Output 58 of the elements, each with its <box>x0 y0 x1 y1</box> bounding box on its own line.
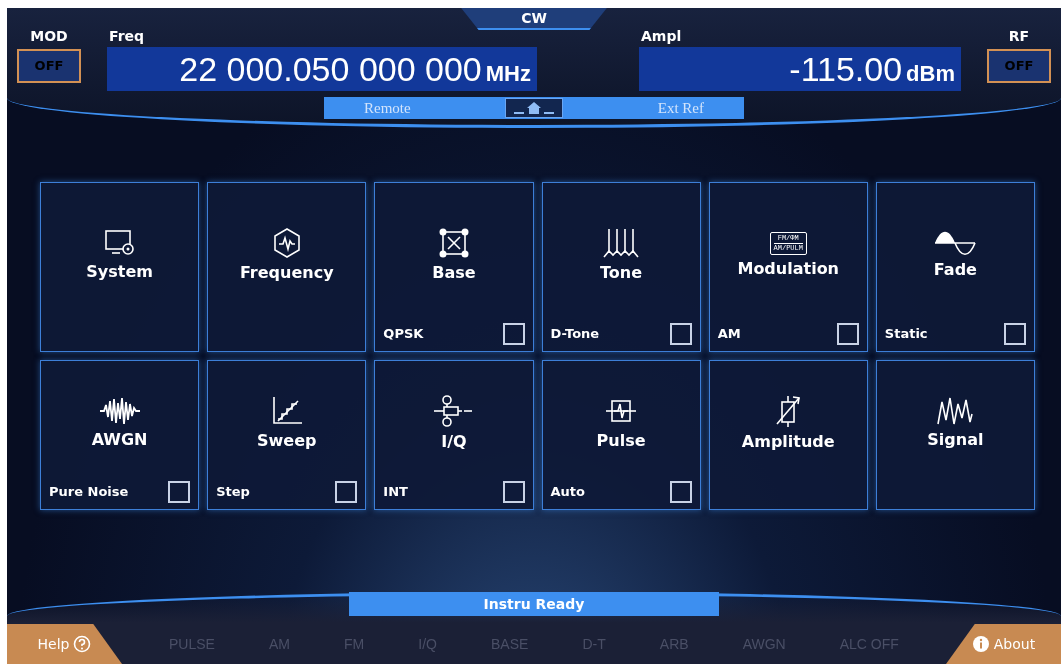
tile-option: Pure Noise <box>49 482 129 502</box>
checkbox[interactable] <box>502 481 525 503</box>
function-tile[interactable]: Pulse Auto <box>541 360 701 510</box>
noise-wave-icon <box>97 396 142 426</box>
tile-title: System <box>86 261 153 283</box>
tile-title: Fade <box>933 259 977 281</box>
amplitude-display[interactable]: -115.00 dBm <box>639 47 961 91</box>
checkbox[interactable] <box>669 323 692 345</box>
tile-title: Amplitude <box>741 431 835 453</box>
sine-wave-icon <box>933 230 978 256</box>
checkbox[interactable] <box>669 481 692 503</box>
tile-option: D-Tone <box>550 324 600 344</box>
tile-option: Static <box>884 324 928 344</box>
status-indicator: Remote <box>364 98 411 118</box>
constellation-icon <box>437 227 470 259</box>
tile-title: Modulation <box>737 257 839 280</box>
tile-title: Signal <box>927 429 984 451</box>
checkbox[interactable] <box>168 481 191 503</box>
tone-lines-icon <box>602 227 641 259</box>
function-tile[interactable]: Frequency <box>207 182 367 352</box>
mod-label: MOD <box>30 27 68 46</box>
tile-title: Tone <box>600 262 643 284</box>
function-tile[interactable]: I/Q INT <box>374 360 534 510</box>
tile-title: Frequency <box>239 262 334 284</box>
status-indicator: Ext Ref <box>657 98 704 118</box>
function-tile[interactable]: Sweep Step <box>207 360 367 510</box>
question-icon <box>73 635 92 653</box>
tile-title: Base <box>432 262 476 284</box>
tile-option: Step <box>216 482 250 502</box>
monitor-gear-icon <box>103 228 136 258</box>
function-tile[interactable]: Signal <box>875 360 1035 510</box>
function-tile[interactable]: Fade Static <box>875 182 1035 352</box>
checkbox[interactable] <box>836 323 859 345</box>
status-message: Instru Ready <box>349 592 719 616</box>
mode-label: CW <box>461 8 607 30</box>
tile-title: Sweep <box>257 430 317 452</box>
tile-title: Pulse <box>596 430 646 452</box>
frequency-label: Freq <box>109 27 146 46</box>
info-icon <box>971 635 990 653</box>
tile-option: AM <box>717 324 741 344</box>
frequency-display[interactable]: 22 000.050 000 000 MHz <box>107 47 537 91</box>
function-tile[interactable]: AWGN Pure Noise <box>40 360 200 510</box>
tile-option: Auto <box>550 482 585 502</box>
function-tile[interactable]: Base QPSK <box>374 182 534 352</box>
function-tile[interactable]: Tone D-Tone <box>541 182 701 352</box>
checkbox[interactable] <box>502 323 525 345</box>
checkbox[interactable] <box>335 481 358 503</box>
tile-title: I/Q <box>441 431 467 453</box>
amplitude-label: Ampl <box>641 27 683 46</box>
waveform-icon <box>936 396 975 426</box>
function-tile[interactable]: Amplitude <box>708 360 868 510</box>
home-button[interactable] <box>505 98 564 118</box>
tile-option: INT <box>383 482 408 502</box>
rf-label: RF <box>1008 27 1030 46</box>
tile-title: AWGN <box>91 429 148 451</box>
tile-option: QPSK <box>383 324 424 344</box>
checkbox[interactable] <box>1004 323 1026 345</box>
function-tile[interactable]: System <box>40 182 200 352</box>
